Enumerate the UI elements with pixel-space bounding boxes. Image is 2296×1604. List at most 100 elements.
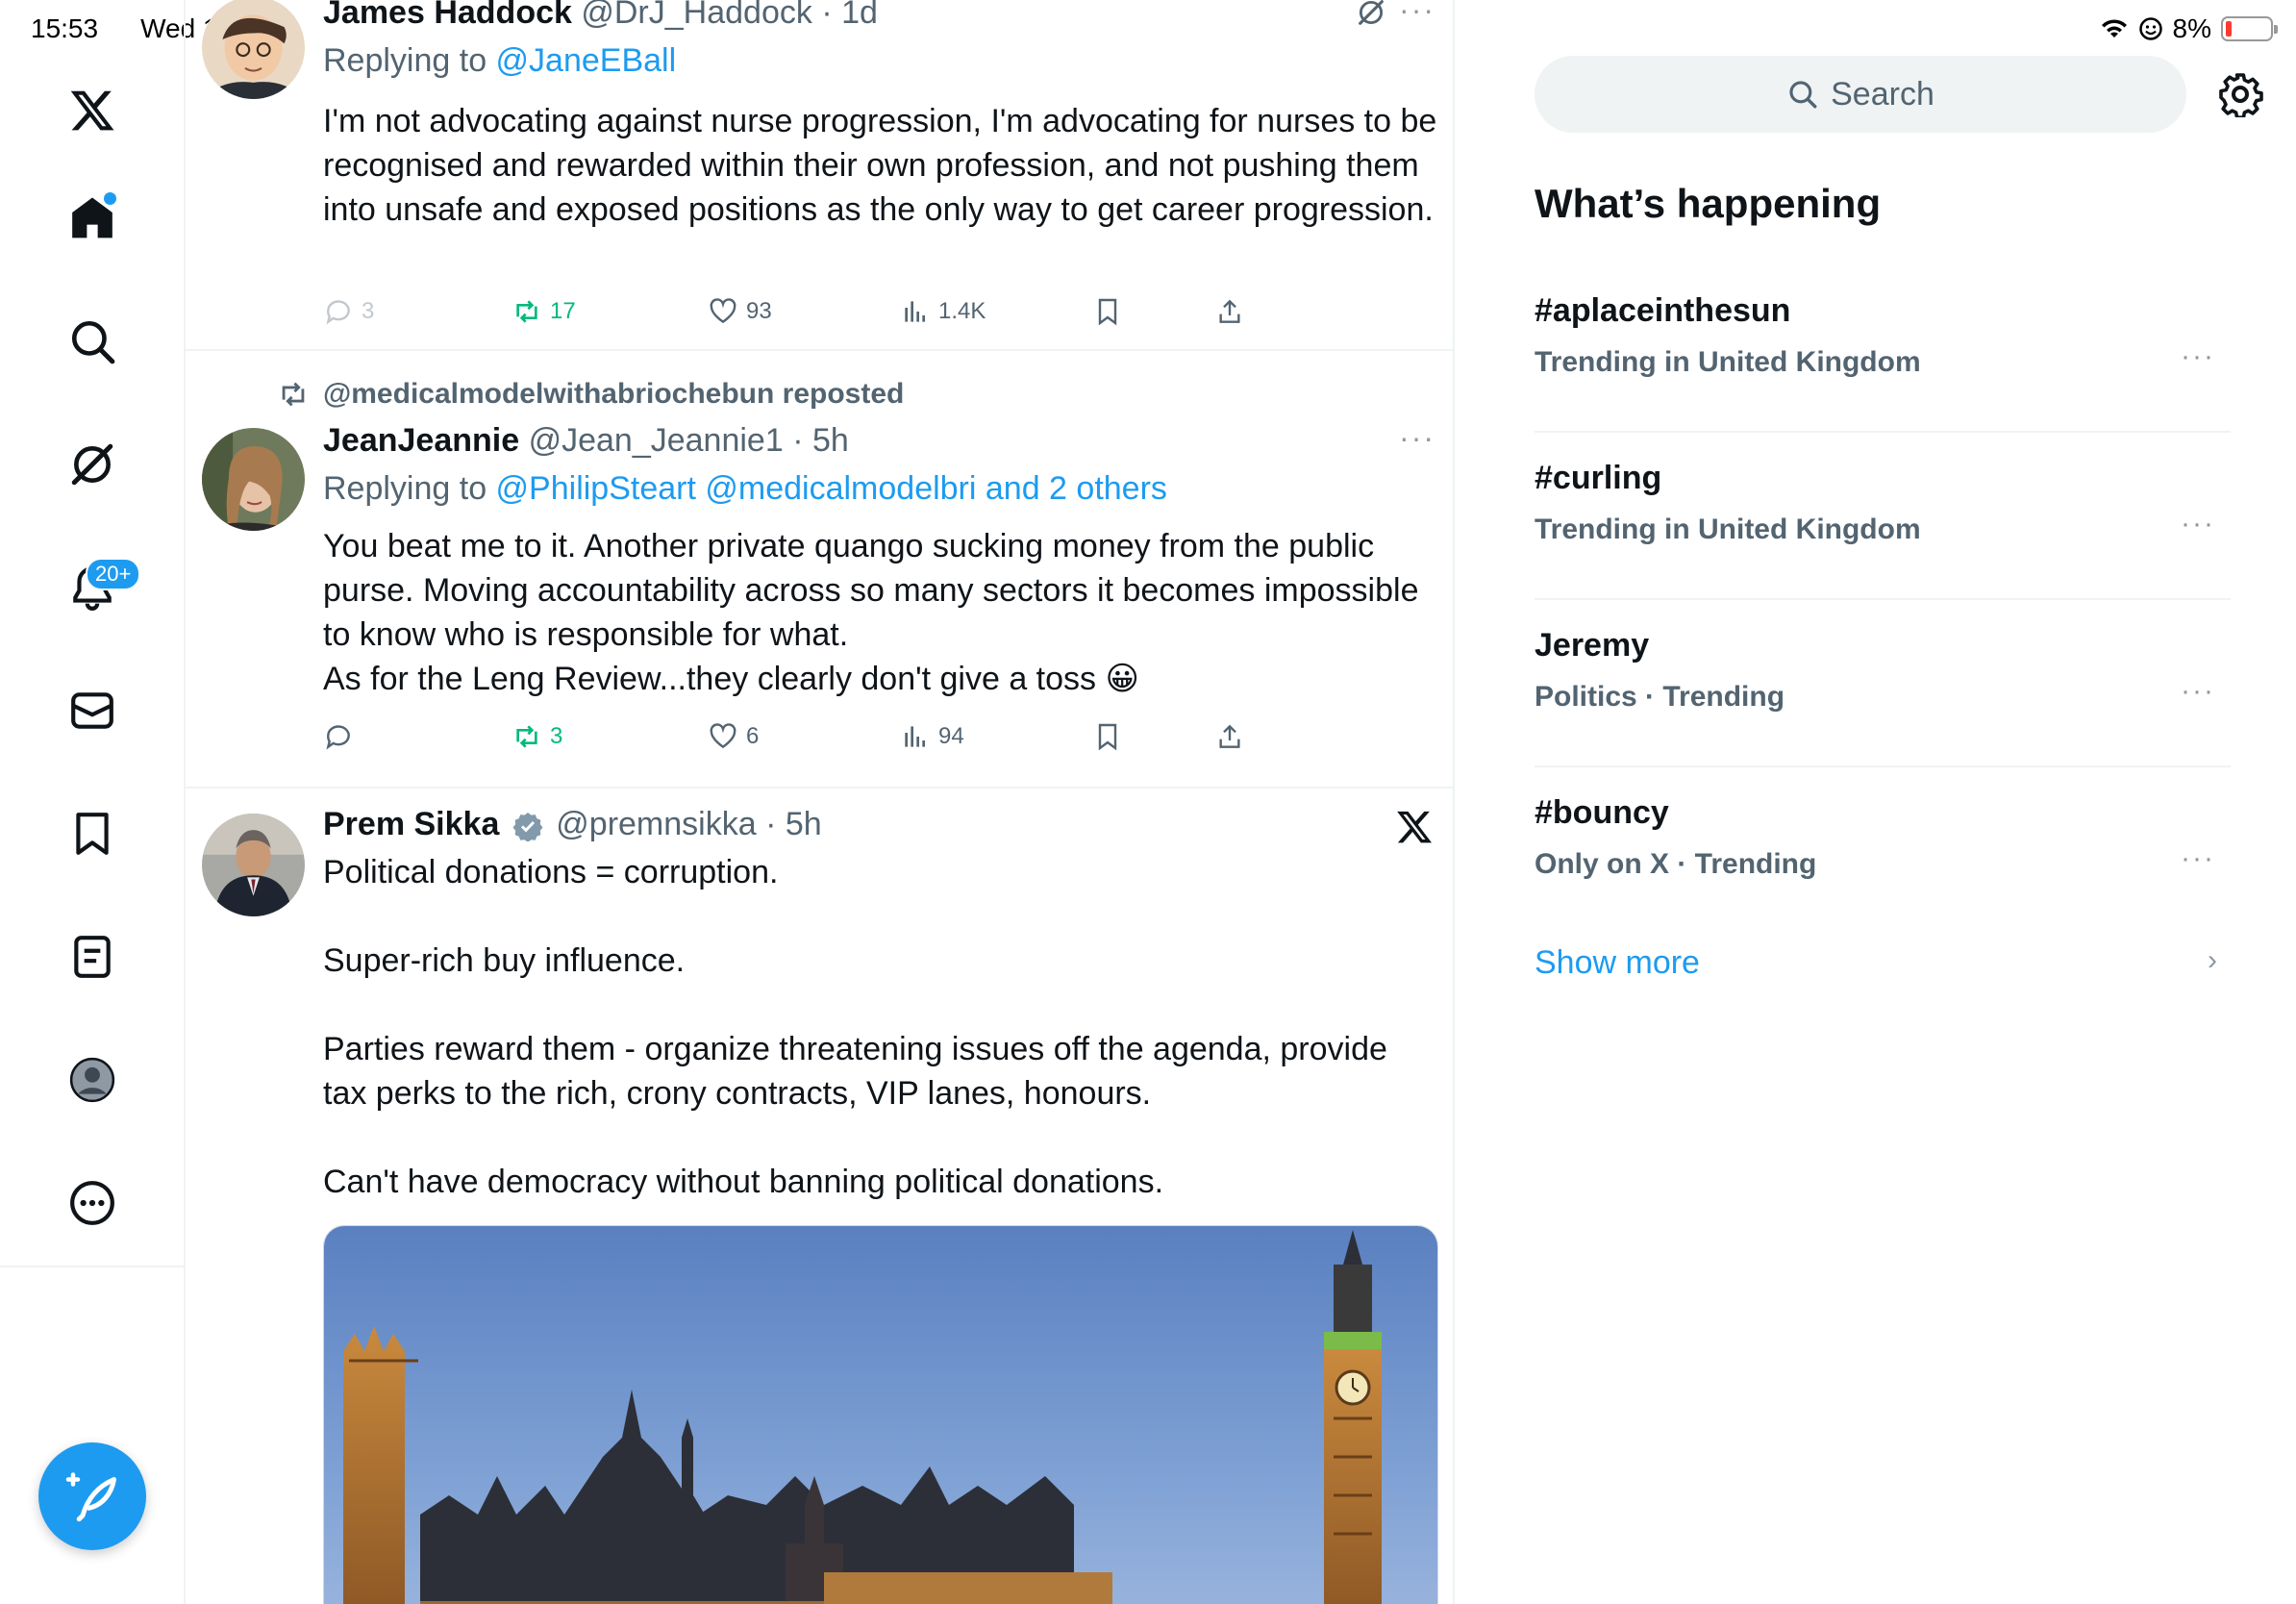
bookmark-button[interactable] xyxy=(1092,721,1123,752)
author-handle[interactable]: @Jean_Jeannie1 xyxy=(529,422,784,459)
search-icon xyxy=(1789,81,1817,109)
post-prem-sikka[interactable]: Prem Sikka @premnsikka · 5h Political do… xyxy=(186,789,1453,1604)
repost-icon xyxy=(516,300,537,323)
author-handle[interactable]: @DrJ_Haddock xyxy=(581,0,812,31)
trend-item[interactable]: Jeremy Politics · Trending ··· xyxy=(1535,600,2231,767)
avatar[interactable] xyxy=(202,0,305,99)
reply-icon xyxy=(326,300,350,325)
post-image-parliament[interactable] xyxy=(323,1225,1438,1604)
trend-more-icon[interactable]: ··· xyxy=(2181,508,2215,540)
author-name[interactable]: Prem Sikka xyxy=(323,806,499,842)
trend-more-icon[interactable]: ··· xyxy=(2181,675,2215,708)
post-body: I'm not advocating against nurse progres… xyxy=(323,103,1437,228)
profile-avatar-icon[interactable] xyxy=(53,1040,132,1119)
timeline: James Haddock @DrJ_Haddock · 1d ··· Repl… xyxy=(186,0,1455,1604)
like-count: 93 xyxy=(746,298,772,324)
grok-explain-icon[interactable] xyxy=(1355,0,1387,29)
trend-meta: Politics · Trending xyxy=(1535,681,1785,713)
post-body-paragraph: Political donations = corruption. xyxy=(323,854,779,890)
like-button[interactable]: 6 xyxy=(708,721,759,752)
views-count: 1.4K xyxy=(938,298,986,324)
x-badge-icon xyxy=(1397,811,1432,843)
heart-icon xyxy=(710,298,736,324)
search-icon[interactable] xyxy=(53,302,132,381)
post-body-paragraph: Parties reward them - organize threateni… xyxy=(323,1031,1387,1112)
views-button[interactable]: 1.4K xyxy=(900,296,986,327)
left-nav: 20+ xyxy=(0,0,186,1604)
post-time: · 5h xyxy=(792,422,849,459)
notifications-icon[interactable]: 20+ xyxy=(53,548,141,627)
more-menu-icon[interactable] xyxy=(53,1164,132,1242)
show-more-label: Show more xyxy=(1535,944,1700,981)
reply-button[interactable]: 3 xyxy=(323,296,374,327)
post-james-haddock[interactable]: James Haddock @DrJ_Haddock · 1d ··· Repl… xyxy=(186,0,1453,351)
chevron-right-icon: › xyxy=(2208,944,2217,976)
battery-percent: 8% xyxy=(2172,13,2211,43)
post-header: Prem Sikka @premnsikka · 5h xyxy=(323,806,822,843)
bookmarks-icon[interactable] xyxy=(53,794,132,873)
compose-post-button[interactable] xyxy=(38,1442,146,1550)
post-header: JeanJeannie @Jean_Jeannie1 · 5h xyxy=(323,422,849,460)
post-time: · 5h xyxy=(765,806,822,842)
replying-to-link[interactable]: @PhilipSteart @medicalmodelbri and 2 oth… xyxy=(496,470,1167,507)
trend-more-icon[interactable]: ··· xyxy=(2181,340,2215,373)
share-button[interactable] xyxy=(1214,296,1245,327)
new-posts-dot xyxy=(104,192,116,205)
whats-happening-heading: What’s happening xyxy=(1535,181,1882,226)
repost-count: 17 xyxy=(550,298,576,324)
repost-button[interactable]: 17 xyxy=(512,296,576,327)
author-handle[interactable]: @premnsikka xyxy=(556,806,756,842)
bookmark-icon xyxy=(1098,723,1117,751)
avatar[interactable] xyxy=(202,428,305,531)
reply-button[interactable] xyxy=(323,721,354,752)
trend-meta: Trending in United Kingdom xyxy=(1535,514,1921,545)
replying-to-link[interactable]: @JaneEBall xyxy=(496,42,677,79)
share-button[interactable] xyxy=(1214,721,1245,752)
post-time: · 1d xyxy=(821,0,878,31)
settings-gear-icon[interactable] xyxy=(2217,71,2263,117)
repost-icon xyxy=(516,725,537,748)
trend-more-icon[interactable]: ··· xyxy=(2181,842,2215,875)
more-options-icon[interactable]: ··· xyxy=(1399,420,1435,456)
trend-name: Jeremy xyxy=(1535,627,1650,664)
post-jeanjeannie[interactable]: @medicalmodelwithabriochebun reposted Je… xyxy=(186,351,1453,789)
replying-to: Replying to @PhilipSteart @medicalmodelb… xyxy=(323,470,1167,508)
trend-item[interactable]: #curling Trending in United Kingdom ··· xyxy=(1535,433,2231,600)
like-button[interactable]: 93 xyxy=(708,296,772,327)
views-button[interactable]: 94 xyxy=(900,721,964,752)
trend-name: #aplaceinthesun xyxy=(1535,292,1791,329)
post-actions: 3 17 93 1.4K xyxy=(323,296,1285,335)
author-name[interactable]: JeanJeannie xyxy=(323,422,519,459)
post-body-line: You beat me to it. Another private quang… xyxy=(323,528,1419,653)
status-indicators: 8% xyxy=(2100,13,2278,44)
lists-icon[interactable] xyxy=(53,917,132,996)
search-box[interactable]: Search xyxy=(1535,56,2186,133)
bookmark-button[interactable] xyxy=(1092,296,1123,327)
post-body-paragraph: Super-rich buy influence. xyxy=(323,942,686,979)
views-chart-icon xyxy=(905,726,925,747)
more-options-icon[interactable]: ··· xyxy=(1399,0,1435,28)
show-more-link[interactable]: Show more › xyxy=(1535,944,2231,982)
post-body: Political donations = corruption. Super-… xyxy=(323,850,1438,1204)
post-body-line: As for the Leng Review...they clearly do… xyxy=(323,661,1139,697)
repost-button[interactable]: 3 xyxy=(512,721,562,752)
post-body-paragraph: Can't have democracy without banning pol… xyxy=(323,1164,1164,1200)
share-icon xyxy=(1219,299,1240,323)
replying-prefix: Replying to xyxy=(323,470,496,507)
reposted-by[interactable]: @medicalmodelwithabriochebun reposted xyxy=(277,378,904,411)
trend-item[interactable]: #bouncy Only on X · Trending ··· xyxy=(1535,767,2231,935)
repost-count: 3 xyxy=(550,723,563,749)
wifi-icon xyxy=(2101,19,2127,38)
verified-badge-icon[interactable] xyxy=(512,811,543,842)
avatar[interactable] xyxy=(202,814,305,916)
messages-icon[interactable] xyxy=(53,671,132,750)
trend-name: #bouncy xyxy=(1535,794,1669,831)
x-logo-icon[interactable] xyxy=(53,71,132,150)
trend-item[interactable]: #aplaceinthesun Trending in United Kingd… xyxy=(1535,265,2231,433)
author-name[interactable]: James Haddock xyxy=(323,0,572,31)
grok-icon[interactable] xyxy=(53,425,132,504)
nav-divider xyxy=(0,1266,186,1267)
home-icon[interactable] xyxy=(53,179,132,258)
replying-to: Replying to @JaneEBall xyxy=(323,42,676,80)
reposted-by-text: @medicalmodelwithabriochebun reposted xyxy=(323,378,905,410)
